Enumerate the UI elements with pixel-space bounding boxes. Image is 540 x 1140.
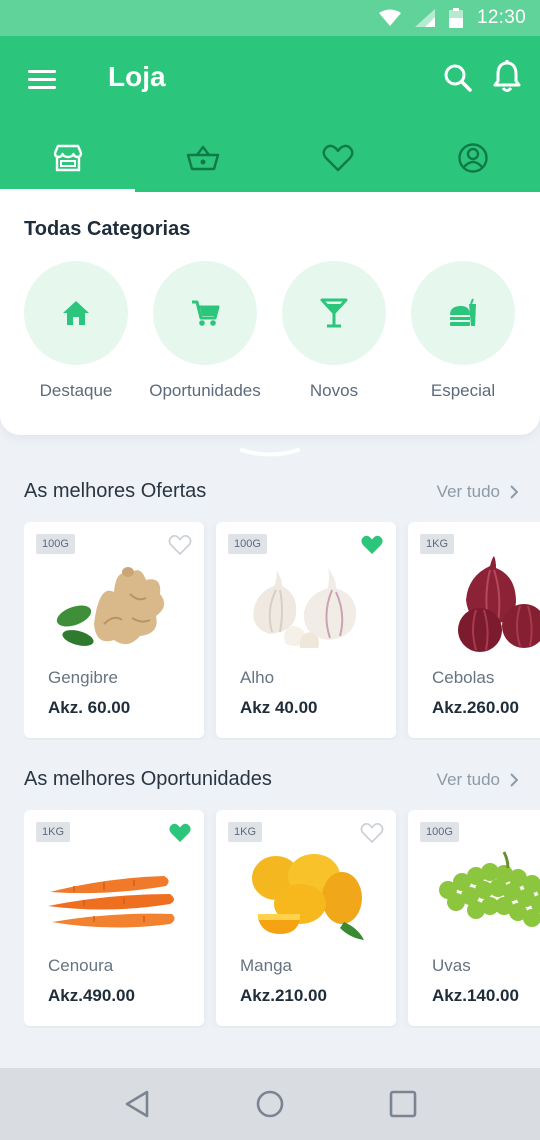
home-icon — [63, 301, 89, 325]
battery-icon — [448, 8, 463, 28]
notifications-button[interactable] — [492, 60, 524, 94]
weight-badge: 1KG — [420, 534, 455, 554]
product-card-alho[interactable]: 100G Alho Akz 40.00 — [216, 522, 396, 738]
product-name: Uvas — [432, 956, 471, 975]
weight-badge: 100G — [228, 534, 267, 554]
signal-icon — [414, 9, 435, 27]
tab-store[interactable] — [0, 124, 135, 192]
product-name: Cenoura — [48, 956, 114, 975]
product-price: Akz.260.00 — [432, 698, 519, 717]
cart-icon — [192, 300, 220, 326]
heart-outline-icon[interactable] — [168, 534, 192, 556]
opportunities-title: As melhores Oportunidades — [24, 768, 272, 790]
categories-card: Todas Categorias Destaque Oportunidades — [0, 192, 540, 435]
chevron-right-icon — [510, 485, 518, 499]
offers-title: As melhores Ofertas — [24, 480, 207, 502]
collapse-handle[interactable] — [240, 447, 300, 459]
bell-icon — [493, 60, 521, 92]
weight-badge: 1KG — [36, 822, 71, 842]
carrot-image — [48, 876, 175, 928]
status-bar: 12:30 — [0, 0, 540, 36]
store-icon — [53, 144, 82, 172]
system-nav-bar — [0, 1068, 540, 1140]
category-destaque[interactable]: Destaque — [11, 261, 141, 401]
status-time: 12:30 — [476, 7, 526, 28]
recents-icon — [390, 1090, 417, 1118]
home-button[interactable] — [250, 1084, 290, 1124]
fastfood-icon — [450, 298, 476, 326]
account-icon — [457, 143, 488, 173]
product-card-gengibre[interactable]: 100G Gengibre Akz. 60.00 — [24, 522, 204, 738]
product-card-manga[interactable]: 1KG Manga Akz.210.00 — [216, 810, 396, 1026]
heart-outline-icon[interactable] — [360, 822, 384, 844]
product-name: Manga — [240, 956, 292, 975]
category-circle — [153, 261, 257, 365]
see-all-label: Ver tudo — [436, 482, 500, 501]
home-circle-icon — [256, 1090, 284, 1118]
menu-button[interactable] — [26, 66, 58, 92]
product-price: Akz.210.00 — [240, 986, 327, 1005]
heart-icon — [322, 144, 353, 172]
product-price: Akz 40.00 — [240, 698, 318, 717]
page-title: Loja — [108, 61, 166, 92]
tab-favorites[interactable] — [270, 124, 405, 192]
search-icon — [444, 64, 472, 92]
product-price: Akz.490.00 — [48, 986, 135, 1005]
category-circle — [282, 261, 386, 365]
product-card-uvas[interactable]: 100G Uvas Akz.140.00 — [408, 810, 540, 1026]
offers-row[interactable]: 100G Gengibre Akz. 60.00 100G Alho Akz 4… — [24, 522, 540, 740]
garlic-image — [253, 568, 357, 648]
tab-bar — [0, 124, 540, 192]
weight-badge: 1KG — [228, 822, 263, 842]
opportunities-see-all-link[interactable]: Ver tudo — [437, 770, 518, 790]
weight-badge: 100G — [36, 534, 75, 554]
recents-button[interactable] — [383, 1084, 423, 1124]
category-circle — [24, 261, 128, 365]
chevron-right-icon — [510, 773, 518, 787]
wifi-icon — [378, 9, 401, 26]
opportunities-row[interactable]: 1KG Cenoura Akz.490.00 1KG Manga Akz.210… — [24, 810, 540, 1028]
product-name: Gengibre — [48, 668, 118, 687]
app-bar: Loja — [0, 36, 540, 192]
product-price: Akz.140.00 — [432, 986, 519, 1005]
tab-basket[interactable] — [135, 124, 270, 192]
category-label: Especial — [430, 381, 496, 400]
tab-account[interactable] — [405, 124, 540, 192]
category-oportunidades[interactable]: Oportunidades — [140, 261, 270, 401]
categories-title: Todas Categorias — [24, 218, 191, 240]
category-especial[interactable]: Especial — [398, 261, 528, 401]
ginger-image — [56, 567, 165, 646]
see-all-label: Ver tudo — [436, 770, 500, 789]
cocktail-icon — [320, 298, 348, 328]
category-label: Novos — [309, 381, 359, 400]
weight-badge: 100G — [420, 822, 459, 842]
category-label: Destaque — [39, 381, 113, 400]
offers-see-all-link[interactable]: Ver tudo — [437, 482, 518, 502]
onion-image — [458, 556, 540, 652]
category-label: Oportunidades — [149, 381, 261, 400]
category-circle — [411, 261, 515, 365]
back-icon — [125, 1090, 148, 1118]
grapes-image — [439, 851, 540, 927]
product-name: Alho — [240, 668, 275, 687]
heart-filled-icon[interactable] — [360, 534, 384, 556]
mango-image — [252, 854, 364, 940]
product-card-cenoura[interactable]: 1KG Cenoura Akz.490.00 — [24, 810, 204, 1026]
product-name: Cebolas — [432, 668, 495, 687]
back-button[interactable] — [117, 1084, 157, 1124]
heart-filled-icon[interactable] — [168, 822, 192, 844]
basket-icon — [186, 145, 219, 171]
product-price: Akz. 60.00 — [48, 698, 131, 717]
search-button[interactable] — [442, 62, 474, 94]
category-novos[interactable]: Novos — [269, 261, 399, 401]
product-card-cebolas[interactable]: 1KG Cebolas Akz.260.00 — [408, 522, 540, 738]
